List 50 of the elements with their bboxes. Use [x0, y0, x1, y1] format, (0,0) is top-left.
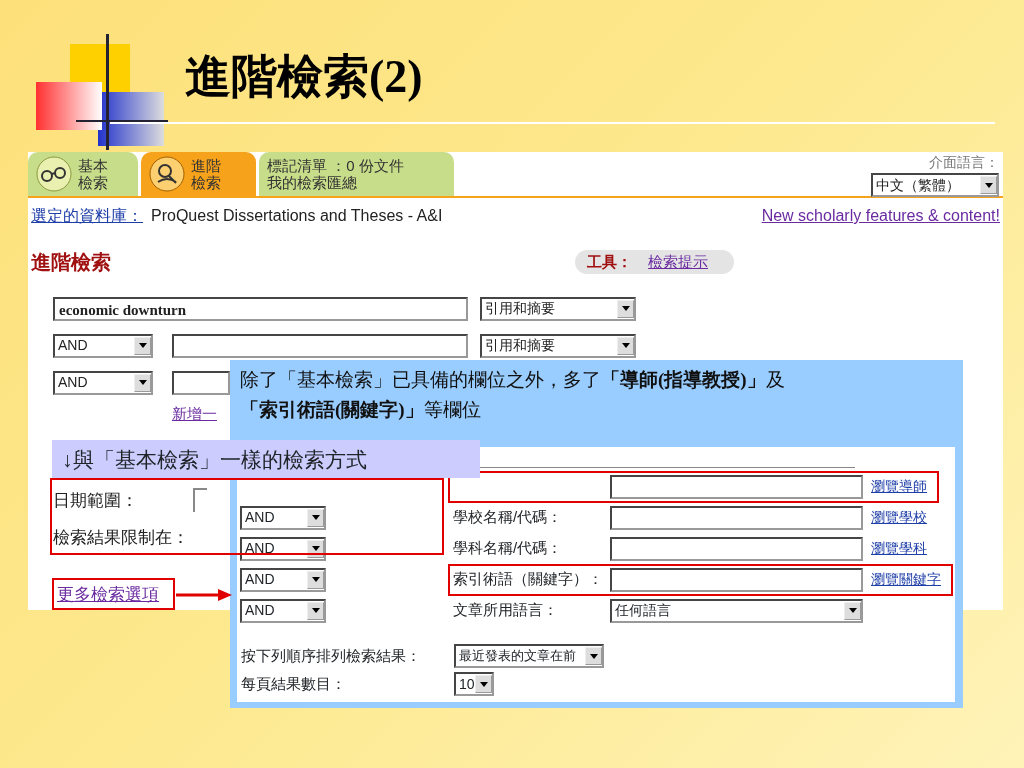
slide-title: 進階檢索(2) [185, 50, 423, 104]
language-dropdown[interactable]: 任何語言 [610, 598, 863, 623]
language-dropdown[interactable]: 中文（繁體） [871, 173, 999, 197]
field-label: 索引術語（關鍵字）： [453, 569, 604, 590]
text-field[interactable] [610, 536, 863, 561]
arrow-icon [176, 588, 232, 602]
page-heading: 進階檢索 [31, 250, 111, 275]
sort-label: 按下列順序排列檢索結果： [241, 645, 422, 666]
operator-dropdown[interactable]: AND [53, 333, 153, 358]
field-label: 文章所用語言： [453, 600, 559, 621]
operator-dropdown[interactable]: AND [240, 536, 326, 561]
date-range-label: 日期範圍： [53, 489, 138, 512]
field-dropdown[interactable]: 引用和摘要 [480, 296, 636, 321]
limit-label: 檢索結果限制在： [53, 526, 189, 549]
sort-dropdown[interactable]: 最近發表的文章在前 [454, 644, 604, 668]
field-label: 學科名稱/代碼： [453, 538, 564, 559]
browse-link[interactable]: 瀏覽學校 [871, 507, 927, 528]
callout-text: 除了「基本檢索」已具備的欄位之外，多了「導師(指導教授)」及「索引術語(關鍵字)」等欄位 [239, 368, 786, 422]
magnifier-icon [149, 156, 185, 192]
operator-dropdown[interactable]: AND [53, 370, 153, 395]
nav-tab[interactable]: 進階 檢索 [141, 152, 256, 196]
add-row-link[interactable]: 新增一 [172, 403, 217, 426]
operator-dropdown[interactable]: AND [240, 505, 326, 530]
per-page-dropdown[interactable]: 10 [454, 672, 494, 696]
news-link[interactable]: New scholarly features & content! [761, 204, 1000, 228]
more-options-link[interactable]: 更多檢索選項 [57, 584, 159, 604]
tools-label: 工具： [587, 251, 632, 272]
browse-link[interactable]: 瀏覽學科 [871, 538, 927, 559]
nav-tab[interactable]: 標記清單 ：0 份文件 我的檢索匯總 [259, 152, 454, 196]
note-label: ↓與「基本檢索」一樣的檢索方式 [52, 440, 480, 478]
operator-dropdown[interactable]: AND [240, 598, 326, 623]
nav-tab[interactable]: 基本 檢索 [28, 152, 138, 196]
field-dropdown[interactable]: 引用和摘要 [480, 333, 636, 358]
text-field[interactable] [610, 505, 863, 530]
database-link[interactable]: 選定的資料庫： [31, 204, 143, 228]
search-field[interactable]: economic downturn [53, 296, 468, 321]
search-field[interactable] [172, 333, 468, 358]
browse-link[interactable]: 瀏覽導師 [871, 476, 927, 497]
glasses-icon [36, 156, 72, 192]
operator-dropdown[interactable]: AND [240, 567, 326, 592]
per-page-label: 每頁結果數目： [241, 673, 347, 694]
language-label: 介面語言： [928, 153, 999, 172]
text-field[interactable] [610, 474, 863, 499]
text-field[interactable] [610, 567, 863, 592]
dropdown[interactable] [193, 488, 207, 512]
search-field[interactable] [172, 370, 230, 395]
browse-link[interactable]: 瀏覽關鍵字 [871, 569, 941, 590]
field-label: 學校名稱/代碼： [453, 507, 564, 528]
search-tips-link[interactable]: 檢索提示 [648, 250, 708, 274]
database-name: ProQuest Dissertations and Theses - A&I [151, 206, 443, 226]
